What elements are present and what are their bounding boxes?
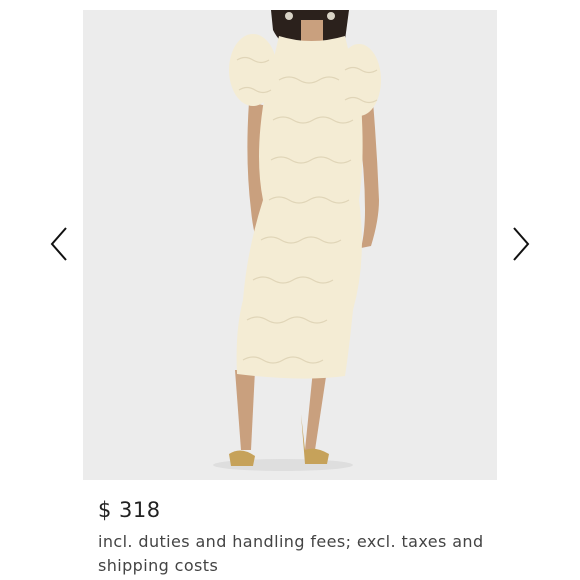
price-note: incl. duties and handling fees; excl. ta… [98,532,484,575]
chevron-right-icon [513,227,530,261]
right-leg [305,370,327,450]
right-puff-sleeve [337,44,381,116]
left-leg [235,370,255,450]
earring-left [285,12,293,20]
product-listing: $ 318 incl. duties and handling fees; ex… [0,0,580,580]
left-puff-sleeve [229,34,277,106]
earring-right [327,12,335,20]
product-price: $ 318 [98,498,161,522]
previous-image-button[interactable] [44,224,74,264]
left-sandal [229,450,255,466]
dress-photo-illustration [213,10,381,471]
neck [301,20,323,42]
next-image-button[interactable] [506,224,536,264]
chevron-left-icon [50,227,67,261]
product-image[interactable] [83,10,497,480]
